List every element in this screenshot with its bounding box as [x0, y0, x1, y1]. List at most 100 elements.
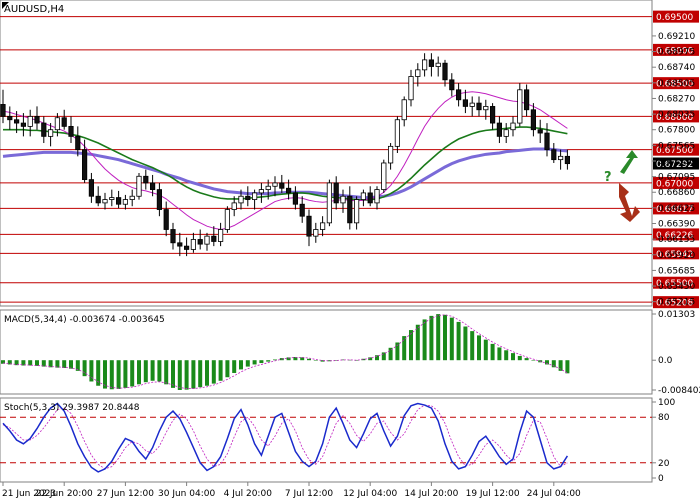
candle-body [0, 104, 6, 117]
time-axis: 21 Jun 202322 Jun 20:00 27 Jun 12:00 30 Ju… [2, 482, 581, 499]
candle-body [245, 195, 251, 200]
time-tick-label: 27 Jun 12:00 [97, 489, 154, 499]
candle-body [82, 149, 88, 181]
candle-body [428, 59, 435, 67]
candle-body [367, 192, 373, 204]
candle-body [544, 132, 550, 151]
candle-body [333, 182, 339, 204]
macd-bar [252, 360, 257, 365]
candle-body [109, 197, 115, 200]
candle-body [319, 222, 326, 230]
candle-body [102, 199, 108, 204]
candle-body [224, 209, 230, 230]
macd-bar [415, 324, 420, 361]
macd-bar [157, 360, 162, 382]
macd-bar [524, 358, 529, 361]
stoch-axis: 100 80 20 0 [652, 398, 675, 484]
price-tick-label: 0.68505 [658, 79, 695, 89]
candle-body [211, 235, 217, 242]
candle [517, 83, 523, 127]
candle-body [435, 62, 441, 67]
macd-bar [259, 360, 264, 364]
macd-bar [198, 360, 203, 388]
macd-bar [191, 360, 196, 389]
macd-bar [177, 360, 182, 390]
macd-bar [463, 326, 468, 361]
macd-bar [273, 359, 277, 361]
candle-body [54, 117, 61, 131]
candle-body [306, 215, 312, 237]
candle-body [340, 195, 346, 204]
price-tick-label: 0.65920 [658, 251, 695, 261]
macd-tick-label: 0.0 [658, 356, 673, 366]
price-tick-label: 0.68740 [658, 63, 695, 73]
macd-bar [490, 343, 495, 361]
candle-body [231, 202, 237, 210]
macd-bar [483, 339, 488, 361]
time-tick-label: 7 Jul 12:00 [285, 489, 334, 499]
macd-bar [150, 360, 155, 381]
macd-bar [218, 360, 223, 381]
macd-bar [470, 331, 475, 361]
macd-bar [137, 360, 141, 385]
macd-bar [211, 360, 216, 384]
candle-body [122, 199, 128, 205]
candle-body [394, 119, 401, 147]
macd-bar [511, 353, 515, 361]
price-tick-label: 0.68975 [658, 48, 695, 58]
macd-bar [497, 347, 502, 361]
candle-body [476, 102, 482, 111]
candle-body [326, 182, 333, 224]
macd-tick-label: -0.008402 [658, 386, 700, 396]
candle-body [183, 245, 190, 250]
candle-body [401, 99, 407, 121]
candle-body [285, 187, 292, 194]
macd-bar [375, 355, 379, 361]
macd-bar [225, 360, 230, 378]
stoch-tick-label: 80 [658, 413, 670, 423]
candle-body [61, 117, 67, 127]
candle-body [75, 135, 81, 151]
macd-bar [123, 360, 128, 388]
candle-body [238, 195, 244, 204]
candle-body [116, 197, 122, 205]
stoch-label: Stoch(5,3,3) 29.3987 20.8448 [4, 403, 140, 413]
candle-body [95, 195, 101, 204]
candle-body [279, 182, 285, 189]
candle-body [360, 192, 367, 200]
macd-bar [422, 319, 427, 361]
macd-bar [164, 360, 169, 385]
macd-label: MACD(5,34,4) -0.003674 -0.003645 [4, 315, 165, 325]
candle [381, 159, 387, 193]
candle-body [408, 76, 414, 101]
price-tick-label: 0.67330 [658, 157, 695, 167]
candle-body [7, 116, 13, 121]
candle-body [347, 195, 353, 224]
macd-bar [130, 360, 135, 387]
candle-body [292, 192, 299, 205]
candle-body [217, 229, 224, 242]
candle-body [489, 106, 496, 124]
candle-body [258, 189, 265, 194]
candle-body [204, 235, 210, 245]
candle-body [41, 122, 47, 137]
macd-bar [266, 360, 271, 362]
macd-bar [239, 360, 243, 370]
price-tick-label: 0.65215 [658, 298, 695, 308]
macd-bar [184, 360, 189, 390]
level-tag-label: 0.69500 [656, 13, 693, 23]
price-tick-label: 0.66860 [658, 188, 695, 198]
candle-body [68, 125, 74, 137]
candle-body [496, 122, 503, 137]
macd-bar [143, 360, 148, 383]
price-tick-label: 0.68270 [658, 94, 695, 104]
stoch-tick-label: 0 [658, 474, 664, 484]
macd-bar [531, 360, 536, 361]
candle-body [517, 89, 523, 124]
candle-body [163, 209, 169, 230]
candle [326, 179, 333, 227]
candle-body [421, 59, 428, 71]
question-mark-label: ? [604, 170, 612, 185]
price-tick-label: 0.67565 [658, 141, 695, 151]
candle-body [34, 116, 40, 124]
